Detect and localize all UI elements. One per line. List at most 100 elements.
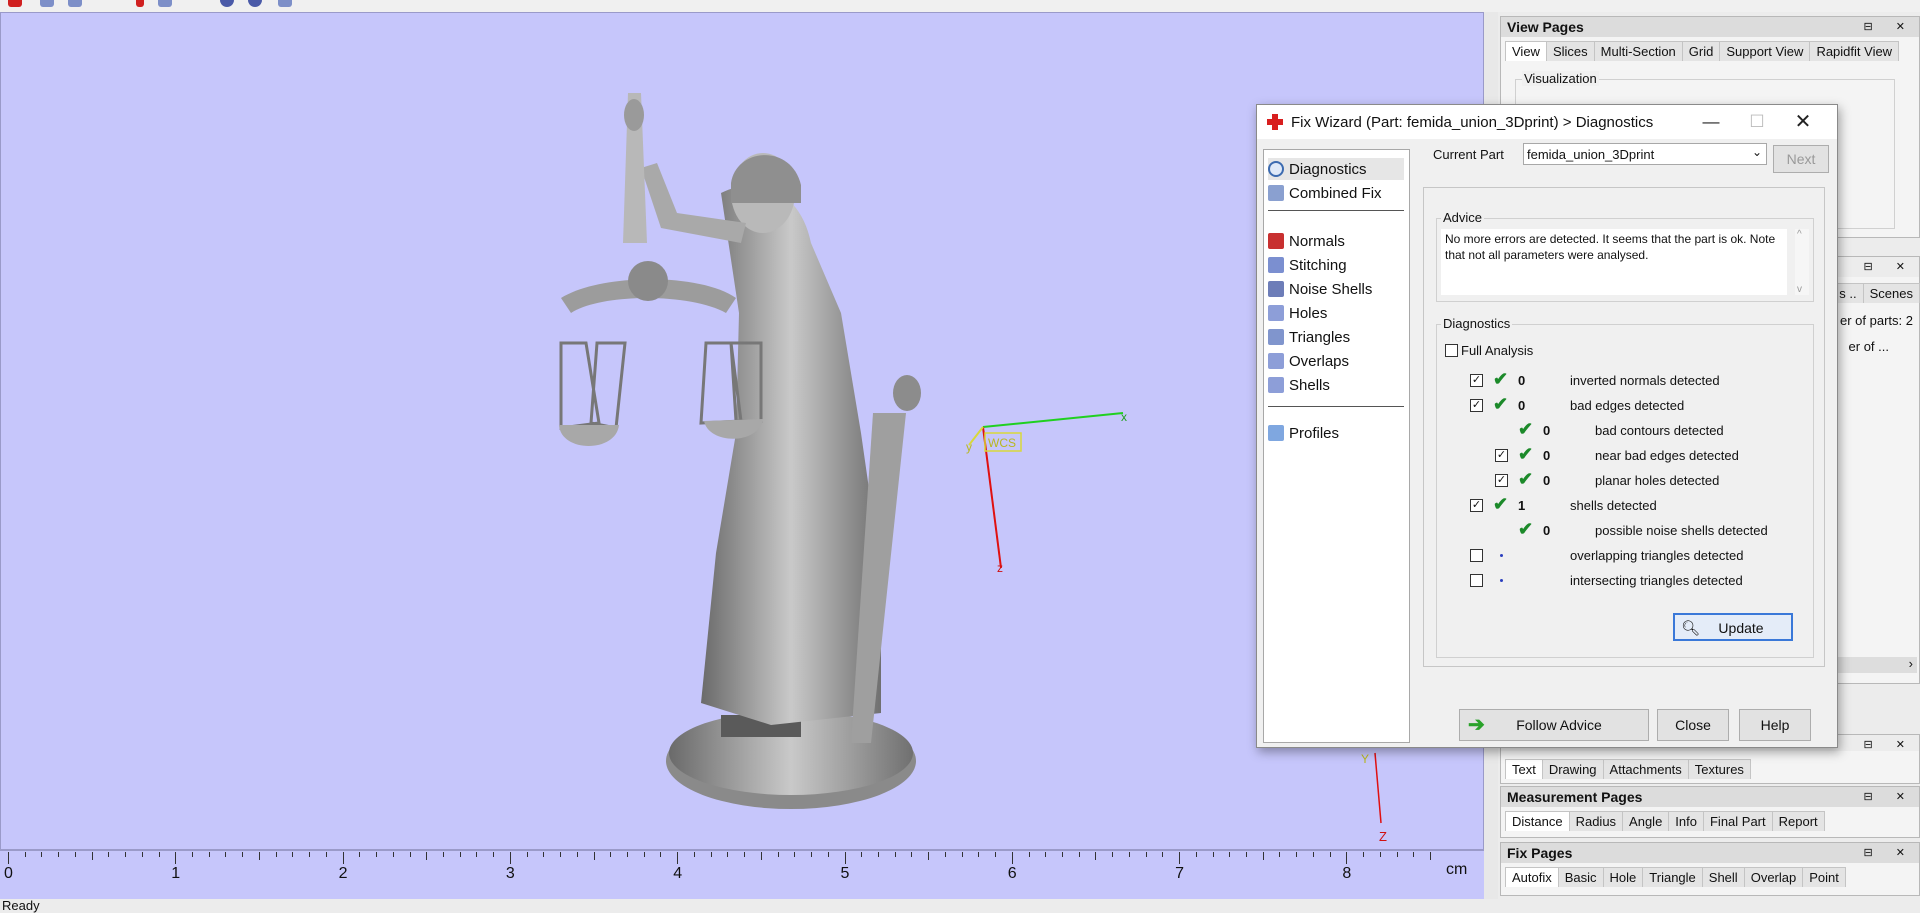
dialog-title-bar[interactable]: Fix Wizard (Part: femida_union_3Dprint) … [1257, 105, 1837, 139]
ruler-tick [141, 852, 143, 857]
diag-checkbox[interactable]: ✓ [1470, 399, 1483, 412]
globe-icon[interactable] [248, 0, 262, 7]
nav-label: Normals [1289, 232, 1345, 250]
globe-icon[interactable] [220, 0, 234, 7]
chevron-right-icon[interactable]: › [1909, 656, 1913, 671]
statue-model[interactable] [559, 93, 921, 809]
diag-checkbox[interactable] [1470, 549, 1483, 562]
nav-item-profiles[interactable]: Profiles [1268, 422, 1339, 444]
ruler-tick [693, 852, 695, 857]
green-check-icon: ✔ [1518, 519, 1534, 539]
current-part-select[interactable]: femida_union_3Dprint ⌄ [1523, 143, 1767, 165]
tab-angle[interactable]: Angle [1622, 811, 1670, 831]
nav-item-normals[interactable]: Normals [1268, 230, 1345, 252]
tab-view[interactable]: View [1505, 41, 1547, 61]
tab-triangle[interactable]: Triangle [1642, 867, 1703, 887]
tab-grid[interactable]: Grid [1681, 41, 1721, 61]
group-icon[interactable] [278, 0, 292, 7]
ruler-tick [560, 852, 562, 857]
fix-pages-panel: Fix Pages ⊟ ✕ Autofix Basic Hole Triangle Sh… [1500, 842, 1920, 896]
tab-attachments[interactable]: Attachments [1602, 759, 1689, 779]
panel-pin-close-icons[interactable]: ⊟ ✕ [1864, 257, 1916, 277]
ruler-tick [158, 852, 160, 857]
ruler-label: 0 [4, 865, 13, 882]
view-pages-tabs: View Slices Multi-Section Grid Support View R… [1501, 37, 1919, 61]
tab-shell[interactable]: Shell [1701, 867, 1745, 887]
diag-checkbox[interactable]: ✓ [1470, 499, 1483, 512]
nav-item-triangles[interactable]: Triangles [1268, 326, 1350, 348]
tab-distance[interactable]: Distance [1505, 811, 1570, 831]
ruler-tick [978, 852, 980, 857]
panel-pin-close-icons[interactable]: ⊟ ✕ [1864, 735, 1916, 755]
dialog-title: Fix Wizard (Part: femida_union_3Dprint) … [1291, 114, 1654, 131]
ruler-label: 1 [171, 865, 181, 882]
ruler-tick [91, 852, 93, 860]
help-button[interactable]: Help [1739, 709, 1811, 741]
ruler-tick [710, 852, 712, 857]
fix-icon[interactable] [8, 0, 22, 7]
diag-checkbox[interactable]: ✓ [1470, 374, 1483, 387]
scroll-up-icon[interactable]: ^ [1797, 229, 1802, 240]
update-button[interactable]: 🔍︎ Update [1673, 613, 1793, 641]
red-cross-icon [1267, 114, 1283, 130]
nav-item-overlaps[interactable]: Overlaps [1268, 350, 1349, 372]
panel-pin-close-icons[interactable]: ⊟ ✕ [1864, 787, 1916, 807]
scroll-down-icon[interactable]: v [1797, 284, 1802, 295]
follow-advice-button[interactable]: ➔ Follow Advice [1459, 709, 1649, 741]
follow-advice-label: Follow Advice [1516, 717, 1602, 733]
nav-item-shells[interactable]: Shells [1268, 374, 1330, 396]
ruler-label: 4 [673, 865, 683, 882]
panel-pin-close-icons[interactable]: ⊟ ✕ [1864, 843, 1916, 863]
diag-checkbox[interactable]: ✓ [1495, 449, 1508, 462]
diag-checkbox[interactable]: ✓ [1495, 474, 1508, 487]
tab-support-view[interactable]: Support View [1719, 41, 1811, 61]
tab-report[interactable]: Report [1771, 811, 1825, 831]
cube-icon[interactable] [40, 0, 54, 7]
tab-slices[interactable]: Slices [1545, 41, 1595, 61]
ruler-tick [1363, 852, 1365, 857]
close-window-button[interactable]: ✕ [1781, 109, 1825, 135]
next-button: Next [1773, 145, 1829, 173]
tab-text[interactable]: Text [1505, 759, 1543, 779]
nav-item-noise-shells[interactable]: Noise Shells [1268, 278, 1372, 300]
advice-scrollbar[interactable]: ^ v [1795, 229, 1809, 295]
cube-icon [1268, 185, 1284, 201]
minimize-button[interactable]: — [1689, 109, 1733, 135]
tab-info[interactable]: Info [1668, 811, 1704, 831]
tab-scenes[interactable]: Scenes [1862, 283, 1920, 303]
ruler-tick [760, 852, 762, 860]
tab-overlap[interactable]: Overlap [1743, 867, 1804, 887]
tab-rapidfit-view[interactable]: Rapidfit View [1809, 41, 1900, 61]
diag-count: 0 [1543, 473, 1551, 488]
tab-hole[interactable]: Hole [1602, 867, 1644, 887]
update-label: Update [1718, 620, 1764, 636]
part-icon[interactable] [158, 0, 172, 7]
tab-point[interactable]: Point [1802, 867, 1846, 887]
close-button[interactable]: Close [1657, 709, 1729, 741]
tab-multi-section[interactable]: Multi-Section [1593, 41, 1683, 61]
ruler-tick [1061, 852, 1063, 857]
cube-icon[interactable] [68, 0, 82, 7]
tab-final-part[interactable]: Final Part [1702, 811, 1773, 831]
full-analysis-checkbox[interactable] [1445, 344, 1458, 357]
nav-item-combined-fix[interactable]: Combined Fix [1268, 182, 1382, 204]
parts-column-header[interactable]: er of ... [1849, 339, 1889, 354]
tab-radius[interactable]: Radius [1568, 811, 1624, 831]
ruler-tick [794, 852, 796, 857]
tab-textures[interactable]: Textures [1687, 759, 1751, 779]
nav-item-holes[interactable]: Holes [1268, 302, 1327, 324]
nav-item-stitching[interactable]: Stitching [1268, 254, 1347, 276]
magnifier-icon [1268, 161, 1284, 177]
nav-item-diagnostics[interactable]: Diagnostics [1268, 158, 1404, 180]
ruler-tick [41, 852, 43, 857]
tab-basic[interactable]: Basic [1557, 867, 1604, 887]
tab-drawing[interactable]: Drawing [1541, 759, 1604, 779]
ruler-tick [961, 852, 963, 857]
ruler-tick [1296, 852, 1298, 857]
pending-dot-icon [1500, 579, 1503, 582]
panel-pin-close-icons[interactable]: ⊟ ✕ [1864, 17, 1916, 37]
tab-autofix[interactable]: Autofix [1505, 867, 1559, 887]
ruler-tick [1195, 852, 1197, 857]
diag-checkbox[interactable] [1470, 574, 1483, 587]
close-icon[interactable] [136, 0, 144, 7]
